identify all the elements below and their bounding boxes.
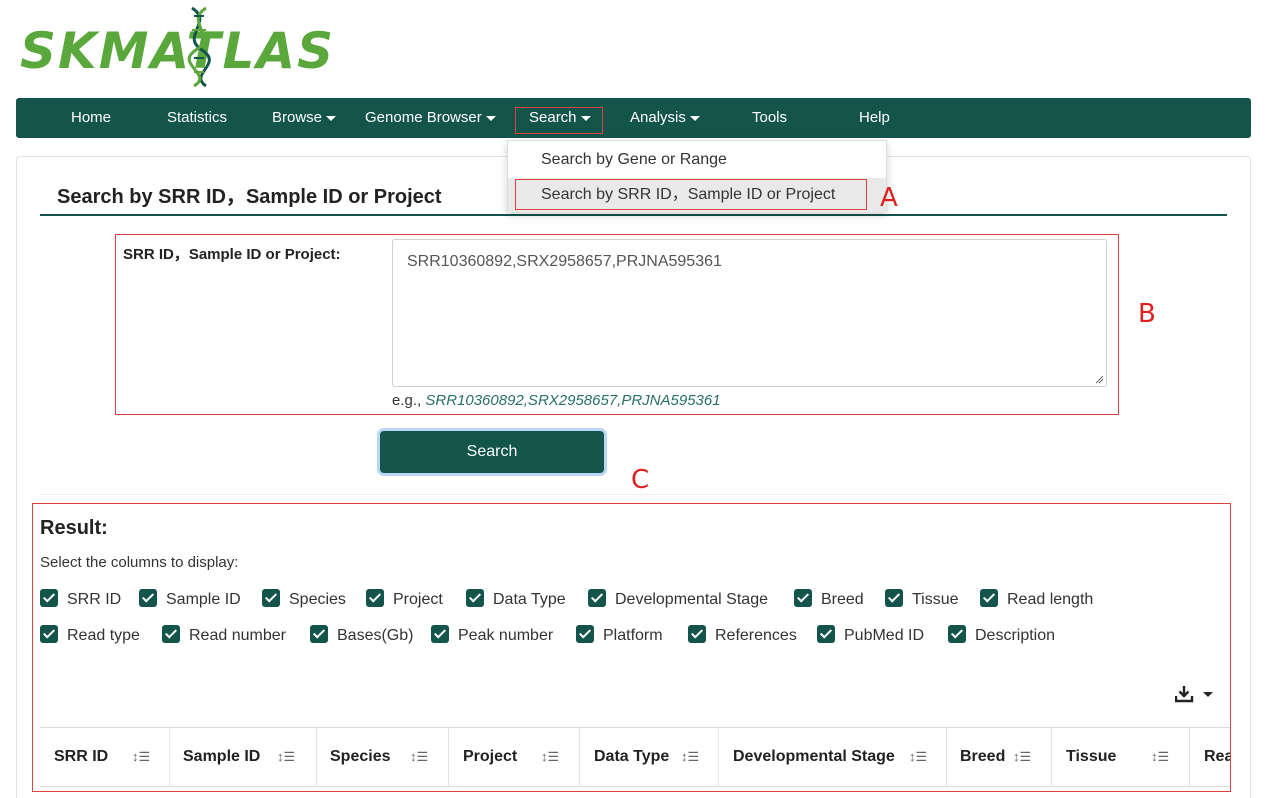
nav-analysis[interactable]: Analysis: [630, 98, 700, 138]
nav-help[interactable]: Help: [859, 98, 890, 138]
annotation-box-nav-search: [515, 107, 603, 134]
caret-down-icon: [326, 115, 337, 121]
nav-analysis-label: Analysis: [630, 109, 686, 126]
nav-home[interactable]: Home: [71, 98, 111, 138]
nav-genome-browser[interactable]: Genome Browser: [365, 98, 496, 138]
annotation-label-c: C: [631, 465, 650, 495]
nav-genome-browser-label: Genome Browser: [365, 109, 482, 126]
nav-browse[interactable]: Browse: [272, 98, 337, 138]
annotation-label-b: B: [1138, 299, 1156, 329]
site-logo[interactable]: SKMATLAS: [20, 4, 360, 88]
dna-helix-icon: [187, 6, 211, 88]
annotation-label-a: A: [880, 183, 898, 213]
annotation-box-a: [515, 179, 867, 210]
annotation-box-c: [32, 503, 1231, 792]
menu-item-search-by-gene[interactable]: Search by Gene or Range: [508, 143, 886, 177]
title-underline: [40, 214, 1227, 216]
main-navbar: Home Statistics Browse Genome Browser Se…: [16, 98, 1251, 138]
nav-statistics[interactable]: Statistics: [167, 98, 227, 138]
annotation-box-b: [115, 234, 1119, 415]
caret-down-icon: [485, 115, 496, 121]
page-title: Search by SRR ID，Sample ID or Project: [57, 186, 442, 208]
caret-down-icon: [689, 115, 700, 121]
nav-browse-label: Browse: [272, 109, 323, 126]
search-button[interactable]: Search: [380, 431, 604, 473]
nav-tools[interactable]: Tools: [752, 98, 787, 138]
